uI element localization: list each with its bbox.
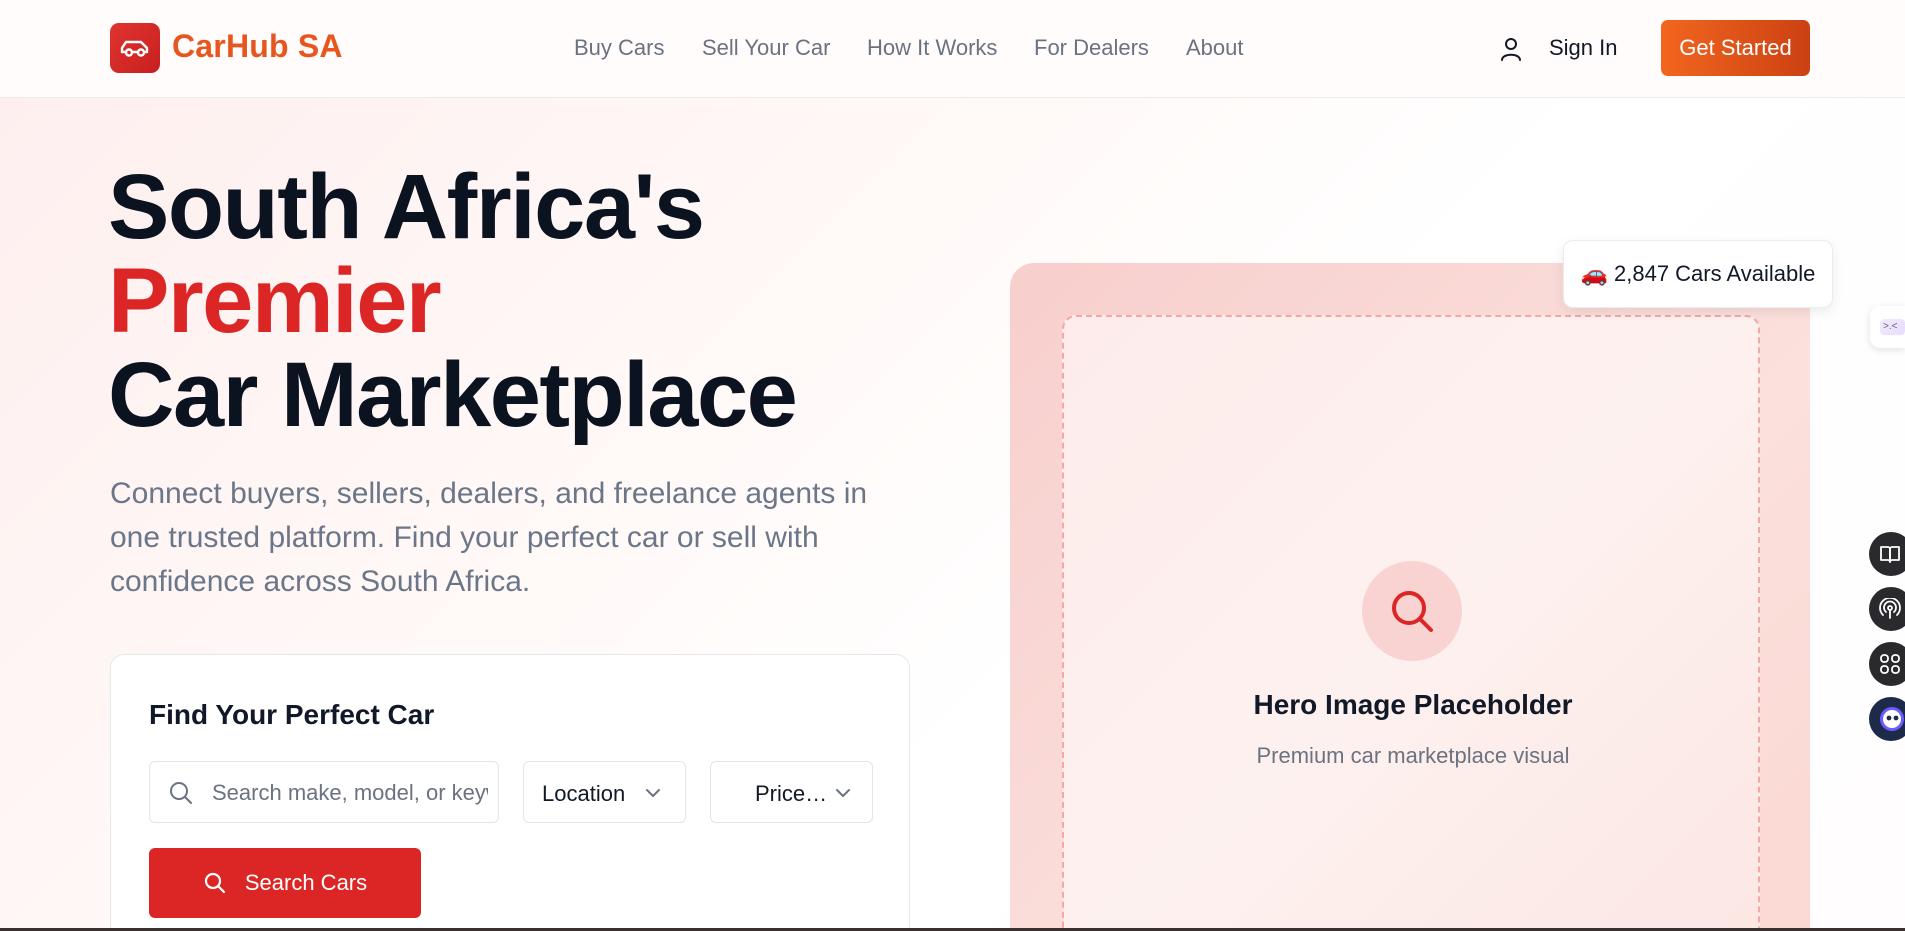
search-icon <box>170 782 192 804</box>
search-field[interactable] <box>149 761 499 823</box>
location-select-label: Location <box>542 781 626 806</box>
chevron-down-icon <box>836 789 850 797</box>
page: CarHub SA Buy Cars Sell Your Car How It … <box>0 0 1905 931</box>
nav-sell-your-car[interactable]: Sell Your Car <box>702 35 830 61</box>
hero-image-placeholder: Hero Image Placeholder Premium car marke… <box>1062 315 1760 931</box>
price-select[interactable]: Price… <box>710 761 873 823</box>
side-extension-tab[interactable]: >.< <box>1870 306 1905 348</box>
hero-search-icon <box>1362 561 1462 661</box>
price-select-label: Price… <box>755 781 828 806</box>
location-select[interactable]: Location <box>523 761 686 823</box>
assistant-icon[interactable] <box>1869 697 1905 741</box>
car-emoji-icon: 🚗 <box>1580 261 1608 286</box>
user-icon[interactable] <box>1499 36 1523 62</box>
logo-car-icon[interactable] <box>110 23 160 73</box>
cars-available-text: 2,847 Cars Available <box>1614 261 1816 286</box>
hero-subtitle: Connect buyers, sellers, dealers, and fr… <box>110 477 868 598</box>
headline-line-1: South Africa's <box>108 156 705 258</box>
command-icon[interactable] <box>1869 642 1905 686</box>
chevron-down-icon <box>646 789 660 797</box>
brand-name[interactable]: CarHub SA <box>172 28 343 65</box>
broadcast-icon[interactable] <box>1869 587 1905 631</box>
search-card-title: Find Your Perfect Car <box>149 699 435 730</box>
site-header: CarHub SA Buy Cars Sell Your Car How It … <box>0 0 1905 98</box>
hero-image-title: Hero Image Placeholder <box>1253 689 1573 720</box>
hero-image-subtitle: Premium car marketplace visual <box>1256 743 1570 768</box>
search-card: Find Your Perfect Car Location Price… <box>110 654 910 931</box>
nav-about[interactable]: About <box>1186 35 1244 61</box>
search-input[interactable] <box>212 776 488 810</box>
nav-how-it-works[interactable]: How It Works <box>867 35 997 61</box>
search-icon <box>204 872 225 894</box>
nav-for-dealers[interactable]: For Dealers <box>1034 35 1149 61</box>
cars-available-badge: 🚗 2,847 Cars Available <box>1563 240 1833 308</box>
headline-highlight: Premier <box>108 250 442 352</box>
nav-buy-cars[interactable]: Buy Cars <box>574 35 664 61</box>
headline-line-3: Car Marketplace <box>108 344 798 446</box>
get-started-button[interactable]: Get Started <box>1661 20 1810 76</box>
hero-headline: South Africa's Premier Car Marketplace <box>108 156 798 446</box>
book-icon[interactable] <box>1869 532 1905 576</box>
side-extension-label: >.< <box>1880 319 1905 335</box>
sign-in-link[interactable]: Sign In <box>1549 35 1618 61</box>
search-cars-label: Search Cars <box>244 870 368 895</box>
hero-image-frame: Hero Image Placeholder Premium car marke… <box>1010 263 1810 931</box>
search-cars-button[interactable]: Search Cars <box>149 848 421 918</box>
